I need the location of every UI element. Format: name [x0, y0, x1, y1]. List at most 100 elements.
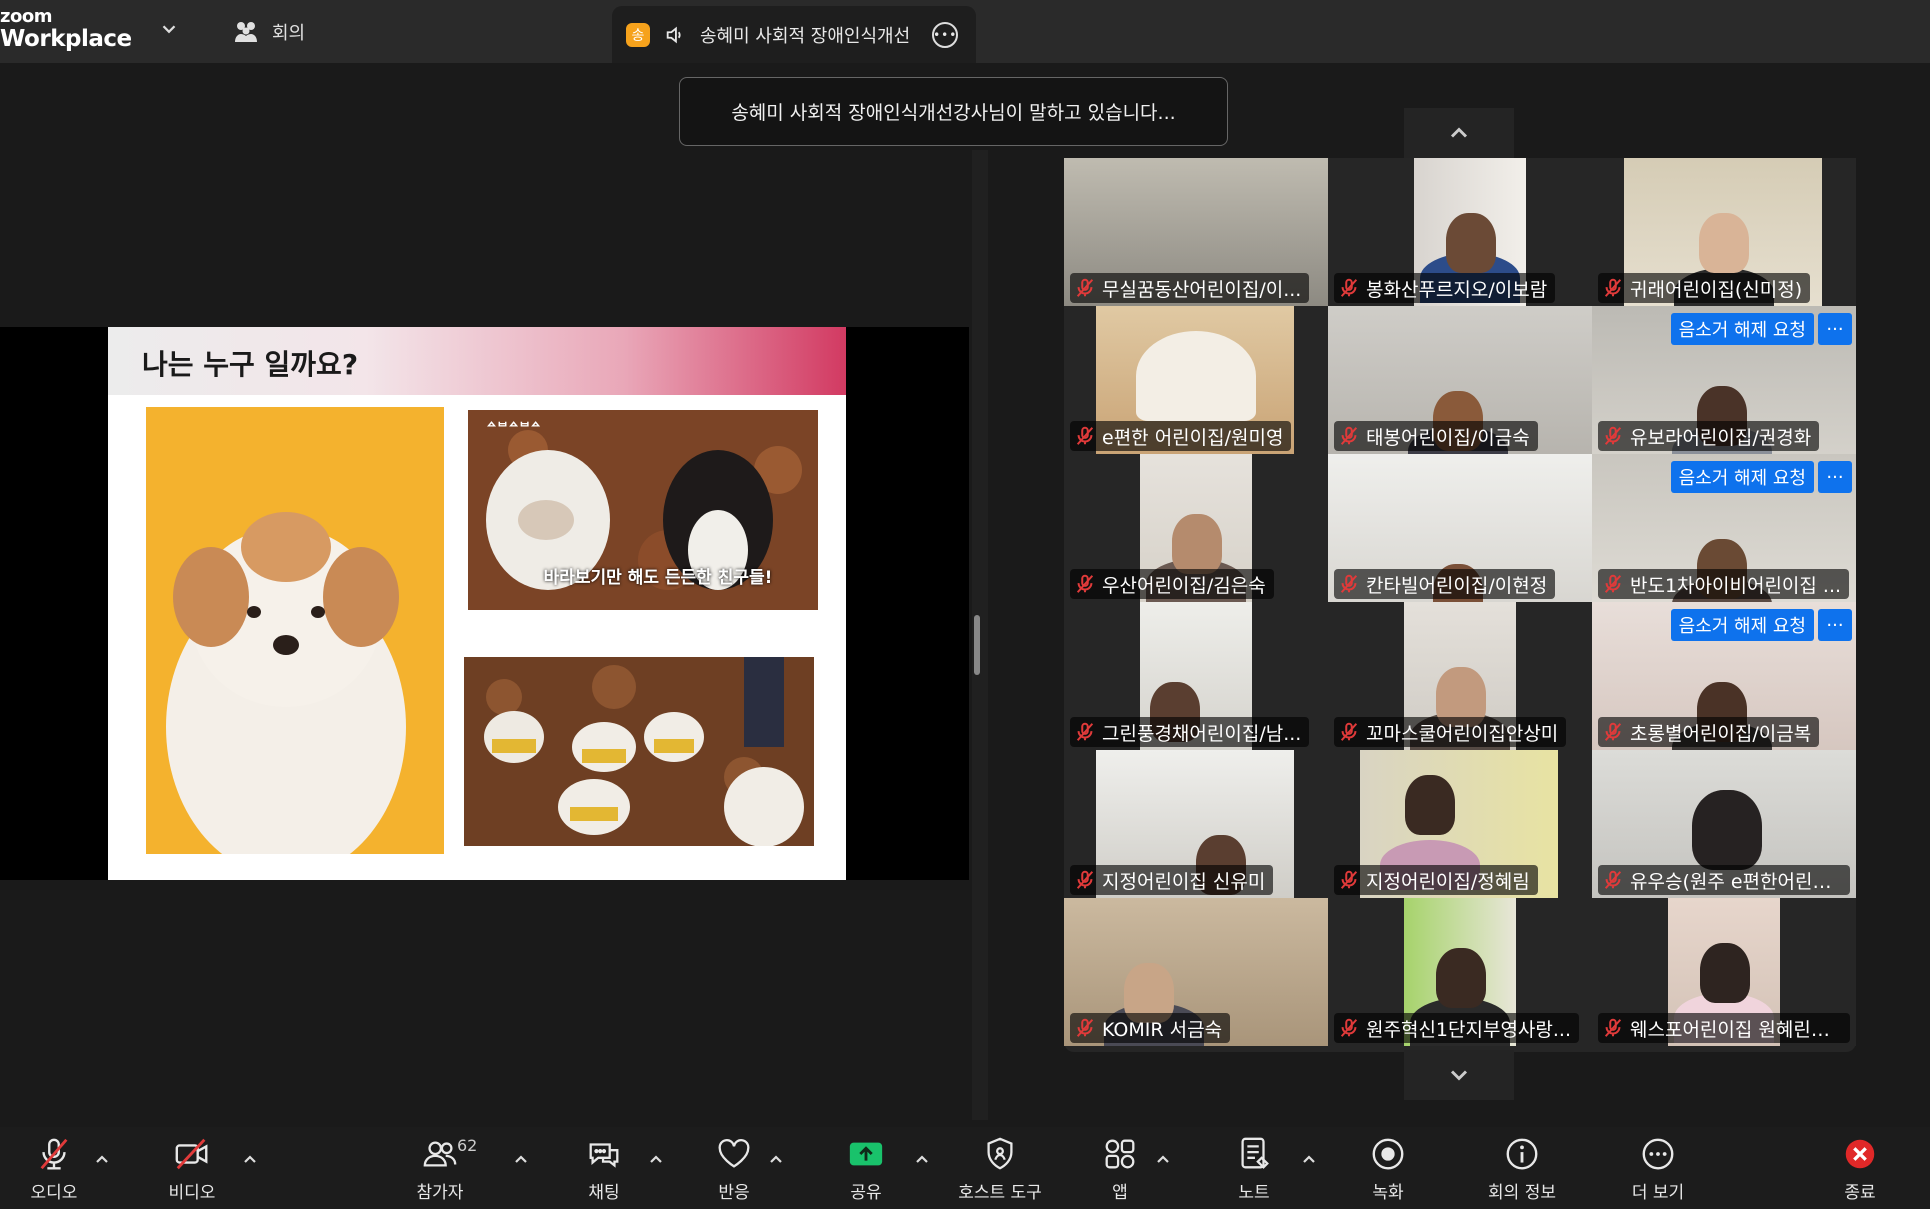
- participant-tile[interactable]: 음소거 해제 요청 ··· 유보라어린이집/권경화: [1592, 306, 1856, 454]
- more-button[interactable]: 더 보기: [1618, 1127, 1698, 1209]
- participant-tile[interactable]: 유우승(원주 e편한어린이...: [1592, 750, 1856, 898]
- participant-tile[interactable]: 그린풍경채어린이집/남...: [1064, 602, 1328, 750]
- participant-name-tag: 반도1차아이비어린이집 ...: [1598, 569, 1850, 599]
- participant-tile[interactable]: 지정어린이집/정혜림: [1328, 750, 1592, 898]
- participant-tile[interactable]: 우산어린이집/김은숙: [1064, 454, 1328, 602]
- participant-tile[interactable]: 태봉어린이집/이금숙: [1328, 306, 1592, 454]
- mic-muted-icon: [1604, 278, 1622, 297]
- active-speaker-tab[interactable]: 송 송혜미 사회적 장애인식개선 •••: [612, 6, 976, 63]
- slide-photo-tag: ᅀᄇᅀᄇᅀ: [486, 420, 542, 434]
- apps-button[interactable]: 앱: [1088, 1127, 1152, 1209]
- chevron-down-icon: [1450, 1070, 1468, 1081]
- slide-photo-dog-portrait: [146, 407, 444, 854]
- participant-name-tag: 우산어린이집/김은숙: [1070, 569, 1274, 599]
- host-tools-button[interactable]: 호스트 도구: [948, 1127, 1052, 1209]
- panel-resize-handle[interactable]: [974, 615, 980, 675]
- slide-photo-dog-group: [464, 657, 814, 846]
- notes-options-caret-icon[interactable]: [1299, 1149, 1319, 1169]
- reactions-button[interactable]: 반응: [702, 1127, 766, 1209]
- tile-more-button[interactable]: ···: [1818, 609, 1852, 641]
- share-button[interactable]: 공유: [834, 1127, 898, 1209]
- request-unmute-button[interactable]: 음소거 해제 요청: [1670, 313, 1814, 345]
- host-tools-label: 호스트 도구: [958, 1182, 1042, 1203]
- participant-name-tag: e편한 어린이집/원미영: [1070, 421, 1292, 451]
- notes-icon: [1241, 1137, 1269, 1169]
- speaker-more-icon[interactable]: •••: [932, 21, 959, 48]
- participant-tile[interactable]: 음소거 해제 요청 ··· 반도1차아이비어린이집 ...: [1592, 454, 1856, 602]
- participant-tile[interactable]: KOMIR 서금숙: [1064, 898, 1328, 1046]
- mic-muted-icon: [1076, 870, 1094, 889]
- participant-name-tag: 태봉어린이집/이금숙: [1334, 421, 1538, 451]
- slide-title: 나는 누구 일까요?: [142, 348, 359, 381]
- top-bar: zoom Workplace 회의 송 송혜미 사회적 장애인식개선 •••: [0, 0, 1930, 63]
- tile-more-button[interactable]: ···: [1818, 461, 1852, 493]
- participant-tile[interactable]: 귀래어린이집(신미정): [1592, 158, 1856, 306]
- participant-name-tag: 초롱별어린이집/이금복: [1598, 717, 1820, 747]
- participant-tile[interactable]: 지정어린이집 신유미: [1064, 750, 1328, 898]
- video-off-icon: [175, 1138, 208, 1169]
- participant-tile[interactable]: e편한 어린이집/원미영: [1064, 306, 1328, 454]
- heart-icon: [718, 1138, 750, 1168]
- share-options-caret-icon[interactable]: [912, 1149, 932, 1169]
- apps-label: 앱: [1112, 1182, 1128, 1203]
- share-screen-icon: [849, 1142, 883, 1165]
- participants-button[interactable]: 62 참가자: [400, 1127, 480, 1209]
- participant-tile[interactable]: 무실꿈동산어린이집/이...: [1064, 158, 1328, 306]
- participant-tile[interactable]: 웨스포어린이집 원혜린교...: [1592, 898, 1856, 1046]
- meeting-group-icon: [235, 22, 257, 42]
- close-icon: [1845, 1139, 1875, 1168]
- record-label: 녹화: [1372, 1182, 1404, 1203]
- participant-name-tag: 유우승(원주 e편한어린이...: [1598, 865, 1850, 895]
- participants-options-caret-icon[interactable]: [511, 1149, 531, 1169]
- chevron-down-icon[interactable]: [158, 18, 180, 40]
- meeting-info-button[interactable]: 회의 정보: [1474, 1127, 1570, 1209]
- participant-name-tag: 꼬마스쿨어린이집안상미: [1334, 717, 1567, 747]
- audio-label: 오디오: [30, 1182, 78, 1203]
- more-dots-icon: [1642, 1138, 1674, 1169]
- participant-name-tag: 유보라어린이집/권경화: [1598, 421, 1820, 451]
- reactions-label: 반응: [718, 1182, 750, 1203]
- participant-name-tag: 그린풍경채어린이집/남...: [1070, 717, 1310, 747]
- request-unmute-button[interactable]: 음소거 해제 요청: [1670, 461, 1814, 493]
- participant-name-tag: KOMIR 서금숙: [1070, 1013, 1231, 1043]
- video-button[interactable]: 비디오: [160, 1127, 224, 1209]
- apps-options-caret-icon[interactable]: [1153, 1149, 1173, 1169]
- video-options-caret-icon[interactable]: [240, 1149, 260, 1169]
- gallery-scroll-up-button[interactable]: [1404, 108, 1514, 158]
- tile-more-button[interactable]: ···: [1818, 313, 1852, 345]
- zoom-logo[interactable]: zoom Workplace: [0, 8, 132, 51]
- gallery-scroll-down-button[interactable]: [1404, 1050, 1514, 1100]
- participant-tile[interactable]: 원주혁신1단지부영사랑...: [1328, 898, 1592, 1046]
- mic-muted-icon: [1604, 870, 1622, 889]
- participant-tile[interactable]: 칸타빌어린이집/이현정: [1328, 454, 1592, 602]
- audio-options-caret-icon[interactable]: [92, 1149, 112, 1169]
- reactions-options-caret-icon[interactable]: [766, 1149, 786, 1169]
- participant-tile[interactable]: 봉화산푸르지오/이보람: [1328, 158, 1592, 306]
- participant-name-tag: 무실꿈동산어린이집/이...: [1070, 273, 1310, 303]
- chat-label: 채팅: [588, 1182, 620, 1203]
- speaking-notification: 송혜미 사회적 장애인식개선강사님이 말하고 있습니다...: [679, 77, 1228, 146]
- video-label: 비디오: [168, 1182, 216, 1203]
- end-meeting-button[interactable]: 종료: [1828, 1127, 1892, 1209]
- mic-muted-icon: [1340, 722, 1358, 741]
- chat-options-caret-icon[interactable]: [646, 1149, 666, 1169]
- participant-tile[interactable]: 꼬마스쿨어린이집안상미: [1328, 602, 1592, 750]
- request-unmute-button[interactable]: 음소거 해제 요청: [1670, 609, 1814, 641]
- apps-icon: [1105, 1139, 1135, 1168]
- mic-muted-icon: [1340, 426, 1358, 445]
- participant-name-tag: 지정어린이집 신유미: [1070, 865, 1274, 895]
- slide-photo-caption: 바라보기만 해도 든든한 친구들!: [543, 568, 773, 588]
- audio-button[interactable]: 오디오: [22, 1127, 86, 1209]
- chat-button[interactable]: 채팅: [572, 1127, 636, 1209]
- info-icon: [1506, 1138, 1538, 1169]
- more-label: 더 보기: [1631, 1182, 1685, 1203]
- notes-button[interactable]: 노트: [1222, 1127, 1286, 1209]
- shared-slide: 나는 누구 일까요? ᅀᄇᅀᄇᅀ 바라보기만 해도 든든한 친구들!: [108, 327, 846, 880]
- record-icon: [1372, 1138, 1404, 1169]
- participant-tile[interactable]: 음소거 해제 요청 ··· 초롱별어린이집/이금복: [1592, 602, 1856, 750]
- participant-name-tag: 봉화산푸르지오/이보람: [1334, 273, 1556, 303]
- record-button[interactable]: 녹화: [1356, 1127, 1420, 1209]
- meeting-tab[interactable]: 회의: [232, 17, 305, 47]
- speaker-tab-label: 송혜미 사회적 장애인식개선: [700, 25, 911, 47]
- participants-label: 참가자: [416, 1182, 464, 1203]
